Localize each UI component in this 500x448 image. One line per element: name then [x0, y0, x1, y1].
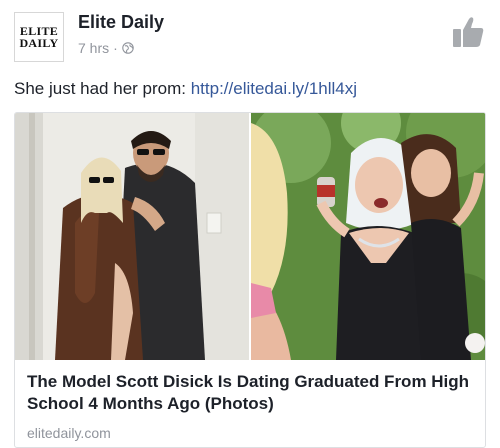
link-title[interactable]: The Model Scott Disick Is Dating Graduat…: [27, 371, 475, 415]
page-avatar[interactable]: ELITE DAILY: [14, 12, 64, 62]
post-meta: 7 hrs ·: [78, 40, 134, 56]
status-message: She just had her prom:: [14, 79, 191, 98]
couple-photo: [15, 113, 249, 360]
post-header: ELITE DAILY Elite Daily 7 hrs ·: [14, 10, 486, 62]
link-preview-card[interactable]: The Model Scott Disick Is Dating Graduat…: [14, 112, 486, 448]
preview-image[interactable]: [15, 113, 485, 360]
meta-separator: ·: [113, 40, 118, 56]
page-name[interactable]: Elite Daily: [78, 12, 164, 33]
link-domain: elitedaily.com: [27, 425, 111, 441]
thumbs-up-icon[interactable]: [450, 14, 486, 50]
post-time[interactable]: 7 hrs: [78, 40, 109, 56]
logo-line-2: DAILY: [19, 36, 59, 50]
prom-photo: [251, 113, 485, 360]
globe-icon[interactable]: [122, 42, 134, 54]
status-link[interactable]: http://elitedai.ly/1hll4xj: [191, 79, 357, 98]
post-status-text: She just had her prom: http://elitedai.l…: [14, 79, 357, 99]
